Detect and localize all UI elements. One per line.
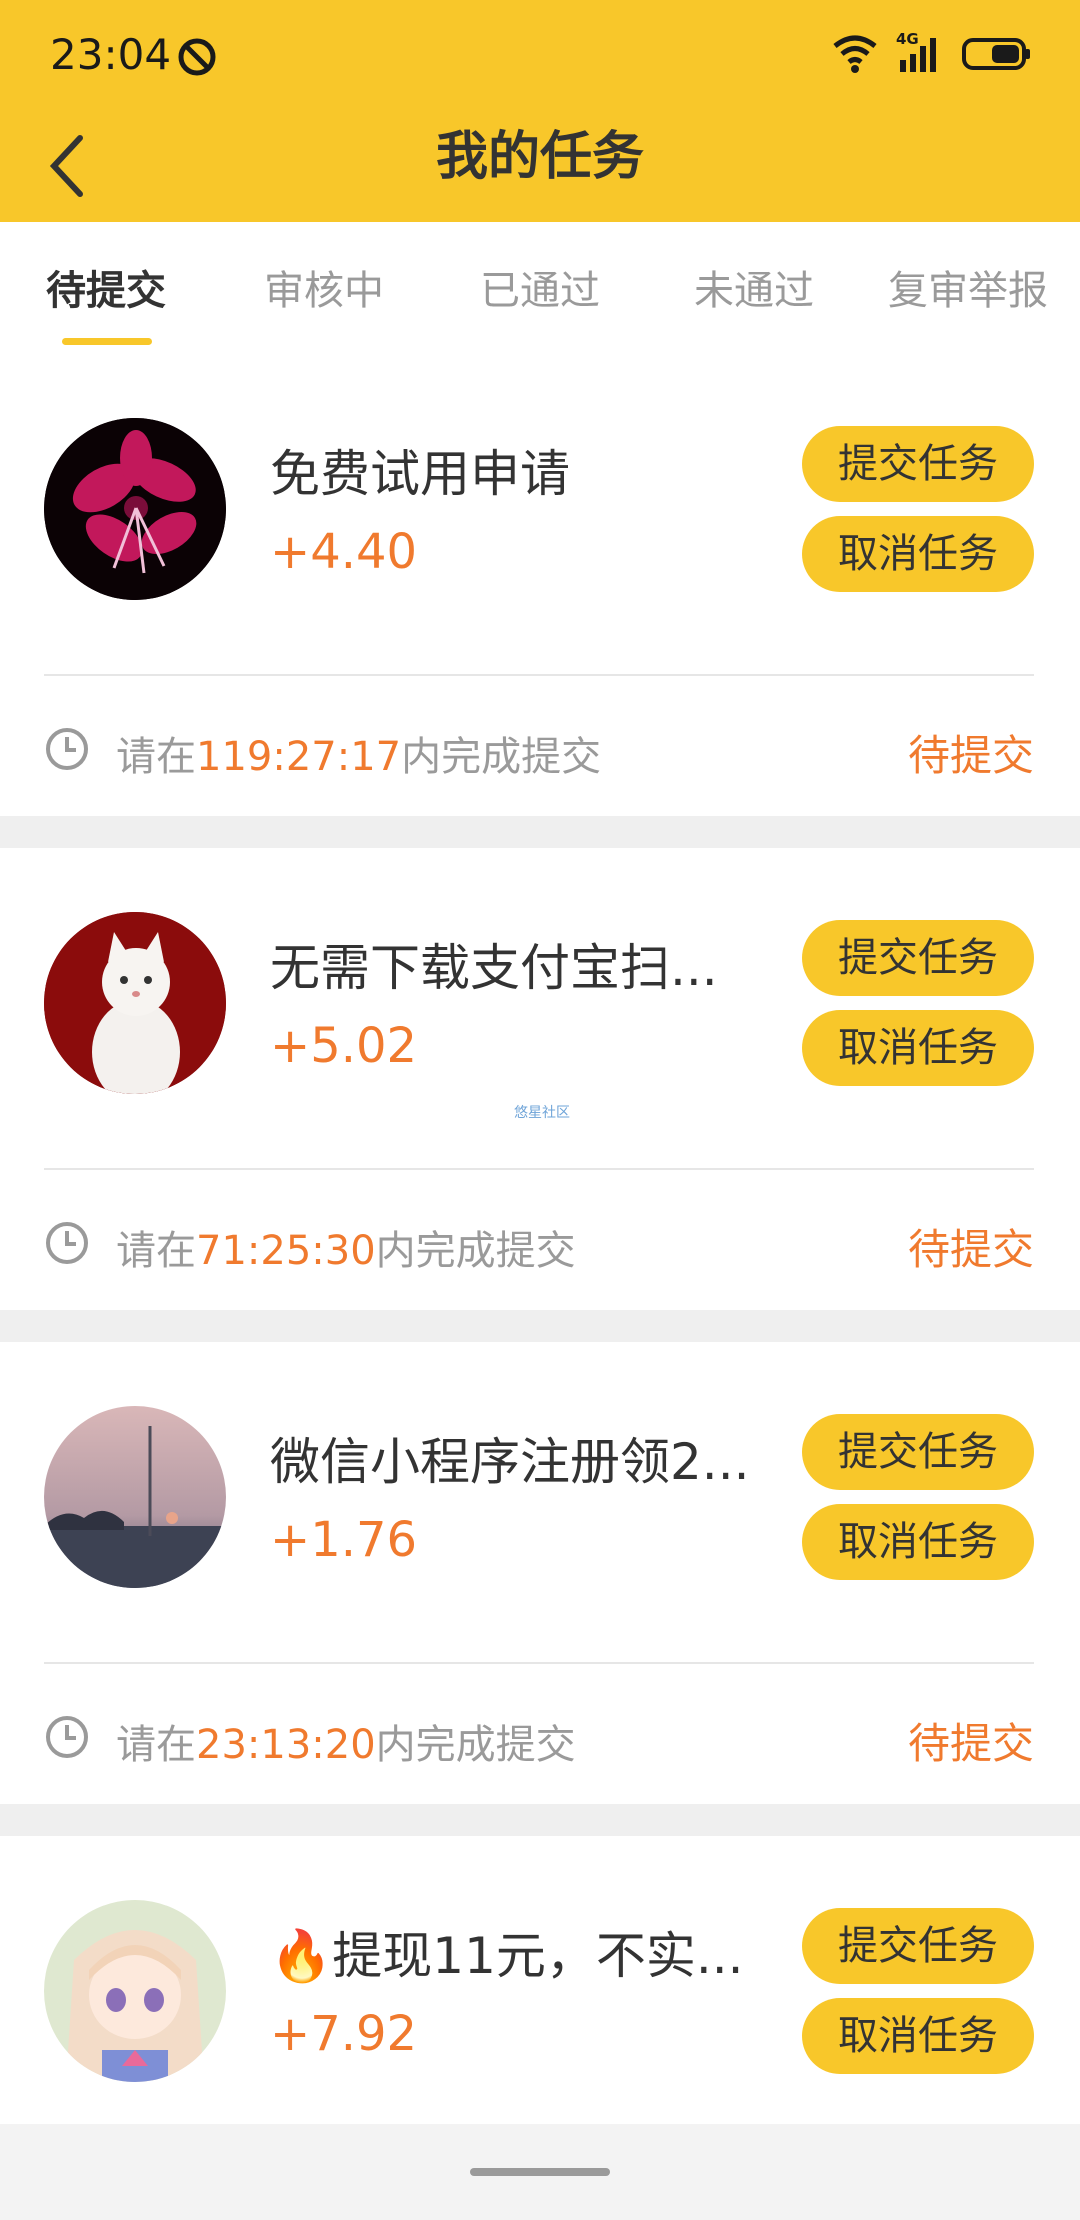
submit-task-button[interactable]: 提交任务 bbox=[802, 920, 1034, 996]
tab-pending[interactable]: 待提交 bbox=[46, 258, 166, 316]
task-reward: +4.40 bbox=[270, 524, 418, 580]
clock-icon bbox=[46, 1716, 88, 1758]
deadline-prefix: 请在 bbox=[116, 1228, 196, 1274]
card-divider bbox=[44, 674, 1034, 676]
deadline-suffix: 内完成提交 bbox=[375, 1228, 576, 1274]
cancel-task-button[interactable]: 取消任务 bbox=[802, 1504, 1034, 1580]
task-reward: +1.76 bbox=[270, 1512, 418, 1568]
cancel-task-button[interactable]: 取消任务 bbox=[802, 1010, 1034, 1086]
tab-reviewing[interactable]: 审核中 bbox=[264, 258, 384, 316]
signal-icon bbox=[900, 38, 936, 72]
tab-appeal-report[interactable]: 复审举报 bbox=[888, 258, 1048, 316]
deadline-suffix: 内完成提交 bbox=[401, 734, 602, 780]
clock-icon bbox=[46, 728, 88, 770]
home-indicator[interactable] bbox=[470, 2168, 610, 2176]
task-status: 待提交 bbox=[907, 1225, 1034, 1274]
task-reward: +7.92 bbox=[270, 2006, 418, 2062]
deadline-countdown: 23:13:20 bbox=[196, 1722, 376, 1768]
page-title: 我的任务 bbox=[435, 127, 644, 187]
task-avatar bbox=[44, 418, 226, 600]
do-not-disturb-icon bbox=[178, 38, 216, 76]
deadline-prefix: 请在 bbox=[116, 734, 196, 780]
deadline-prefix: 请在 bbox=[116, 1722, 196, 1768]
task-card[interactable]: 微信小程序注册领2... +1.76 提交任务 取消任务 请在23:13:20内… bbox=[0, 1342, 1080, 1804]
watermark: 悠星社区 bbox=[514, 1105, 570, 1121]
deadline-suffix: 内完成提交 bbox=[375, 1722, 576, 1768]
deadline-text: 请在119:27:17内完成提交 bbox=[116, 724, 601, 782]
submit-task-button[interactable]: 提交任务 bbox=[802, 1414, 1034, 1490]
cancel-task-button[interactable]: 取消任务 bbox=[802, 1998, 1034, 2074]
deadline-text: 请在71:25:30内完成提交 bbox=[116, 1218, 576, 1276]
task-card[interactable]: 🔥提现11元，不实... +7.92 提交任务 取消任务 bbox=[0, 1836, 1080, 2124]
task-reward: +5.02 bbox=[270, 1018, 418, 1074]
deadline-text: 请在23:13:20内完成提交 bbox=[116, 1712, 576, 1770]
task-card[interactable]: 无需下载支付宝扫... +5.02 提交任务 取消任务 请在71:25:30内完… bbox=[0, 848, 1080, 1310]
task-title: 无需下载支付宝扫... bbox=[270, 939, 718, 997]
task-avatar bbox=[44, 1900, 226, 2082]
tab-rejected[interactable]: 未通过 bbox=[694, 258, 814, 316]
tab-bar: 待提交 审核中 已通过 未通过 复审举报 bbox=[0, 222, 1080, 354]
task-avatar bbox=[44, 1406, 226, 1588]
tab-approved[interactable]: 已通过 bbox=[480, 258, 600, 316]
signal-indicator: 4G bbox=[896, 30, 944, 74]
wifi-icon bbox=[833, 35, 877, 73]
task-status: 待提交 bbox=[907, 731, 1034, 780]
status-bar: 23:04 4G bbox=[0, 0, 1080, 112]
clock-icon bbox=[46, 1222, 88, 1264]
task-title: 微信小程序注册领2... bbox=[270, 1433, 750, 1491]
task-title: 免费试用申请 bbox=[270, 445, 570, 503]
status-icons: 4G bbox=[832, 30, 1032, 74]
task-status: 待提交 bbox=[907, 1719, 1034, 1768]
deadline-countdown: 71:25:30 bbox=[196, 1228, 376, 1274]
cancel-task-button[interactable]: 取消任务 bbox=[802, 516, 1034, 592]
header: 我的任务 bbox=[0, 112, 1080, 222]
status-time: 23:04 bbox=[50, 30, 172, 79]
submit-task-button[interactable]: 提交任务 bbox=[802, 426, 1034, 502]
task-avatar bbox=[44, 912, 226, 1094]
task-title: 🔥提现11元，不实... bbox=[270, 1927, 744, 1985]
battery-icon bbox=[962, 38, 1030, 70]
task-card[interactable]: 免费试用申请 +4.40 提交任务 取消任务 请在119:27:17内完成提交 … bbox=[0, 354, 1080, 816]
submit-task-button[interactable]: 提交任务 bbox=[802, 1908, 1034, 1984]
card-divider bbox=[44, 1662, 1034, 1664]
active-tab-indicator bbox=[62, 338, 152, 345]
deadline-countdown: 119:27:17 bbox=[196, 734, 402, 780]
card-divider bbox=[44, 1168, 1034, 1170]
